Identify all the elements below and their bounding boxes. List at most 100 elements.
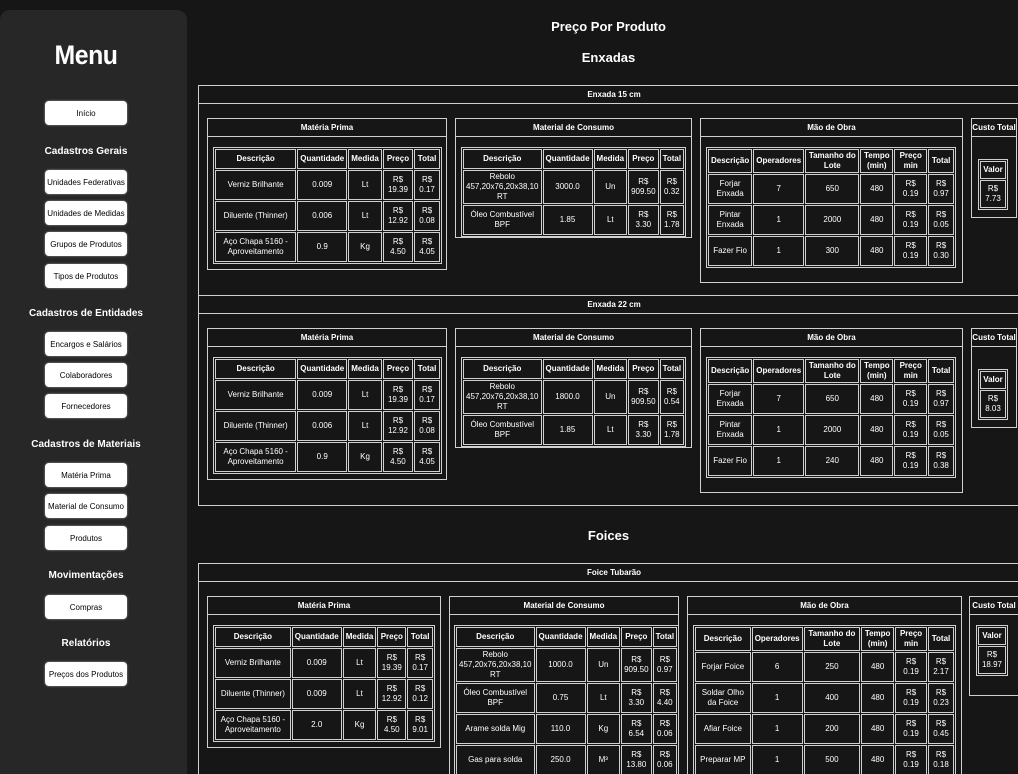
table-cell: Forjar Enxada [708,174,753,204]
column-header: Medida [593,359,628,379]
table-cell: 480 [860,236,894,266]
table-cell: R$ 0.17 [407,648,433,678]
column-header: Medida [342,627,377,647]
table-cell: R$ 0.18 [928,745,954,774]
nav-produtos-button[interactable]: Produtos [45,526,127,550]
table-cell: R$ 12.92 [382,411,414,441]
column-header: Total [928,149,954,173]
panel-material-consumo: Material de Consumo Descrição Quantidade M… [455,118,692,238]
column-header: Quantidade [297,359,348,379]
table-cell: 1 [753,205,805,235]
panel-title: Matéria Prima [208,329,446,347]
table-row: Fazer Fio 1 300 480 R$ 0.19 R$ 0.30 [708,236,954,266]
table-cell: R$ 4.05 [414,232,440,262]
table-cell: R$ 0.19 [894,205,928,235]
table-row: Soldar Olho da Foice 1 400 480 R$ 0.19 R$ 0.2… [695,683,954,713]
table-cell: R$ 2.17 [928,652,954,682]
table-cell: R$ 0.08 [414,411,440,441]
custo-total-value: R$ 18.97 [978,646,1006,674]
panel-title: Custo Total [970,597,1018,615]
table-header-row: Descrição Quantidade Medida Preço Total [215,627,433,647]
table-cell: 1 [753,446,805,476]
panel-title: Mão de Obra [688,597,961,615]
table-cell: R$ 13.80 [621,745,652,774]
column-header: Tamanho do Lote [805,359,860,383]
product-card: Foice Tubarão Matéria Prima Descrição Qua… [198,563,1018,774]
column-header: Descrição [463,359,542,379]
custo-total-value: R$ 8.03 [980,390,1006,418]
table-row: Rebolo 457,20x76,20x38,10 RT 1800.0 Un R$ 9… [463,380,685,414]
column-header: Preço min [894,149,928,173]
table-cell: R$ 0.19 [894,384,928,414]
nav-grupos-de-produtos-button[interactable]: Grupos de Produtos [45,232,127,256]
panel-title: Material de Consumo [456,119,691,137]
table-cell: 1.85 [542,415,593,445]
table-cell: R$ 4.05 [414,442,440,472]
column-header: Valor [980,371,1006,389]
column-header: Preço [628,359,659,379]
table-cell: R$ 0.97 [928,174,954,204]
table-cell: Lt [348,201,382,231]
nav-encargos-button[interactable]: Encargos e Salários [45,332,127,356]
table-cell: R$ 12.92 [382,201,414,231]
panel-title: Material de Consumo [456,329,691,347]
table-row: Gas para solda 250.0 M³ R$ 13.80 R$ 0.06 [456,745,678,774]
nav-inicio-button[interactable]: Início [45,101,127,125]
table-cell: R$ 0.19 [894,415,928,445]
nav-unidades-federativas-button[interactable]: Unidades Federativas [45,170,127,194]
nav-fornecedores-button[interactable]: Fornecedores [45,394,127,418]
table-row: Forjar Enxada 7 650 480 R$ 0.19 R$ 0.97 [708,174,954,204]
panel-mao-de-obra: Mão de Obra Descrição Operadores Tamanho d… [687,596,962,774]
table-cell: R$ 3.30 [621,683,652,713]
table-row: Óleo Combustível BPF 1.85 Lt R$ 3.30 R$ 1.78 [463,205,685,235]
material-consumo-table: Descrição Quantidade Medida Preço Total Rebol… [454,625,680,774]
table-cell: R$ 4.50 [382,232,414,262]
table-cell: 0.006 [297,201,348,231]
table-row: Aço Chapa 5160 - Aproveitamento 0.9 Kg R$ 4… [215,232,440,262]
column-header: Descrição [215,627,291,647]
column-header: Quantidade [291,627,342,647]
table-cell: R$ 0.06 [652,714,678,744]
table-cell: R$ 9.01 [407,710,433,740]
nav-materia-prima-button[interactable]: Matéria Prima [45,463,127,487]
table-cell: R$ 0.23 [928,683,954,713]
table-cell: R$ 909.50 [628,380,659,414]
table-header-row: Descrição Quantidade Medida Preço Total [215,359,440,379]
table-cell: R$ 0.97 [928,384,954,414]
table-cell: Kg [342,710,377,740]
materia-prima-table: Descrição Quantidade Medida Preço Total Verni… [213,357,442,474]
table-cell: 3000.0 [542,170,593,204]
table-cell: R$ 909.50 [621,648,652,682]
panel-custo-total: Custo Total Valor R$ 7.73 [971,118,1017,218]
table-cell: R$ 0.19 [895,652,927,682]
table-row: Aço Chapa 5160 - Aproveitamento 2.0 Kg R$ 4… [215,710,433,740]
nav-precos-dos-produtos-button[interactable]: Preços dos Produtos [45,662,127,686]
panel-material-consumo: Material de Consumo Descrição Quantidade M… [449,596,680,774]
panel-title: Custo Total [972,329,1016,347]
table-cell: 480 [861,745,895,774]
table-cell: R$ 0.05 [928,205,954,235]
table-cell: 1.85 [542,205,593,235]
panel-custo-total: Custo Total Valor R$ 18.97 [969,596,1018,696]
table-cell: 650 [805,384,860,414]
custo-total-value: R$ 7.73 [980,180,1006,208]
nav-colaboradores-button[interactable]: Colaboradores [45,363,127,387]
material-consumo-table: Descrição Quantidade Medida Preço Total Rebol… [461,357,687,447]
custo-total-table: Valor R$ 7.73 [978,159,1008,210]
table-cell: 1 [751,683,803,713]
column-header: Medida [586,627,621,647]
material-consumo-table: Descrição Quantidade Medida Preço Total Rebol… [461,147,687,237]
nav-compras-button[interactable]: Compras [45,595,127,619]
table-cell: R$ 0.08 [414,201,440,231]
column-header: Quantidade [542,149,593,169]
table-cell: Pintar Enxada [708,205,753,235]
nav-material-de-consumo-button[interactable]: Material de Consumo [45,494,127,518]
table-cell: 500 [803,745,861,774]
table-cell: R$ 0.19 [895,683,927,713]
nav-unidades-de-medidas-button[interactable]: Unidades de Medidas [45,201,127,225]
table-cell: R$ 19.39 [382,380,414,410]
table-cell: 0.9 [297,232,348,262]
nav-tipos-de-produtos-button[interactable]: Tipos de Produtos [45,264,127,288]
table-cell: Aço Chapa 5160 - Aproveitamento [215,442,297,472]
column-header: Preço [628,149,659,169]
